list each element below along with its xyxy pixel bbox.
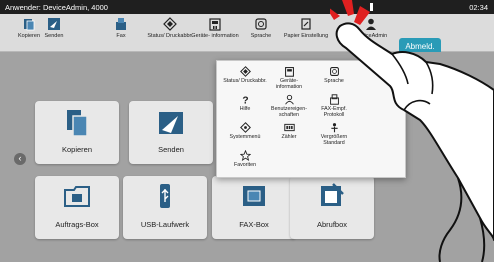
- toolbar-status-button[interactable]: Status/ Druckabbr.: [145, 17, 195, 39]
- tile-copy-label: Kopieren: [61, 145, 93, 154]
- toolbar-status-label: Status/ Druckabbr.: [147, 33, 193, 39]
- copy-icon: [67, 110, 88, 137]
- language-icon: [255, 18, 267, 30]
- paper-settings-icon: [301, 18, 311, 30]
- toolbar-paper-settings-label: Papier Einstellung: [283, 33, 329, 39]
- tile-fax-box-label: FAX-Box: [239, 220, 269, 229]
- tile-job-box-label: Auftrags-Box: [55, 220, 99, 229]
- send-icon: [159, 112, 183, 134]
- tile-fax-box[interactable]: FAX-Box: [212, 176, 296, 239]
- user-properties-icon: [284, 94, 294, 105]
- tile-usb[interactable]: USB-Laufwerk: [123, 176, 207, 239]
- menu-item-favorites-label: Favoriten: [233, 162, 257, 168]
- send-icon: [48, 18, 60, 30]
- tile-send-label: Senden: [158, 145, 184, 154]
- status-user: Anwender: DeviceAdmin, 4000: [5, 3, 108, 12]
- menu-item-help-label: Hilfe: [239, 106, 251, 112]
- menu-item-help[interactable]: ? Hilfe: [223, 94, 267, 112]
- toolbar-language-label: Sprache: [250, 33, 272, 39]
- tile-usb-label: USB-Laufwerk: [140, 220, 190, 229]
- menu-item-favorites[interactable]: Favoriten: [223, 150, 267, 168]
- toolbar-device-info-label: Geräte- information: [191, 33, 239, 39]
- menu-item-system-menu-label: Systemmenü: [229, 134, 261, 140]
- toolbar-fax-button[interactable]: Fax: [96, 17, 146, 39]
- menu-item-user-properties[interactable]: Benutzereigen- schaften: [267, 94, 311, 118]
- menu-item-user-properties-label: Benutzereigen- schaften: [271, 106, 307, 118]
- device-info-icon: [209, 18, 221, 31]
- page-indicator: [203, 255, 217, 259]
- pointing-hand-illustration: [330, 0, 494, 262]
- fax-box-icon: [243, 186, 265, 206]
- page-left-arrow[interactable]: ‹: [14, 153, 26, 165]
- toolbar-paper-settings-button[interactable]: Papier Einstellung: [281, 17, 331, 39]
- job-box-icon: [64, 186, 90, 207]
- toolbar-device-info-button[interactable]: Geräte- information: [190, 17, 240, 39]
- menu-item-device-info[interactable]: Geräte- information: [267, 66, 311, 90]
- toolbar-send-label: Senden: [44, 33, 64, 39]
- menu-item-device-info-label: Geräte- information: [275, 78, 303, 90]
- device-info-icon: [284, 67, 294, 77]
- help-icon: ?: [242, 95, 248, 105]
- status-icon: [163, 17, 177, 31]
- status-icon: [239, 66, 251, 77]
- favorites-icon: [239, 150, 251, 161]
- tile-copy[interactable]: Kopieren: [35, 101, 119, 164]
- menu-item-counter-label: Zähler: [281, 134, 297, 140]
- toolbar-language-button[interactable]: Sprache: [236, 17, 286, 39]
- tile-job-box[interactable]: Auftrags-Box: [35, 176, 119, 239]
- toolbar-fax-label: Fax: [116, 33, 126, 39]
- tap-spark-icon: [330, 0, 370, 25]
- svg-text:?: ?: [242, 95, 248, 105]
- fax-icon: [116, 18, 126, 30]
- menu-item-system-menu[interactable]: Systemmenü: [223, 122, 267, 140]
- menu-item-status[interactable]: Status/ Druckabbr.: [223, 66, 267, 84]
- toolbar-send-button[interactable]: Senden: [29, 17, 79, 39]
- menu-item-status-label: Status/ Druckabbr.: [223, 78, 267, 84]
- menu-item-counter[interactable]: Zähler: [267, 122, 311, 140]
- tile-send[interactable]: Senden: [129, 101, 213, 164]
- system-menu-icon: [239, 122, 251, 133]
- usb-icon: [160, 184, 170, 208]
- counter-icon: [283, 123, 295, 132]
